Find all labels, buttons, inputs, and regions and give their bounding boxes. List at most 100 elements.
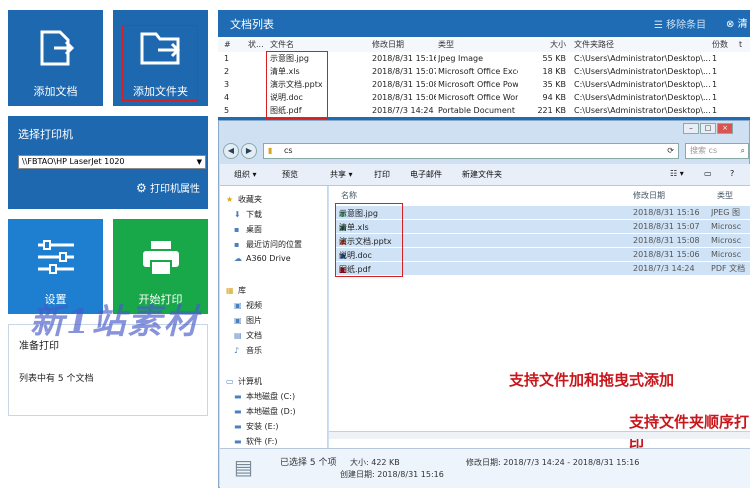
printer-properties-button[interactable]: ⚙ 打印机属性 xyxy=(136,180,200,195)
forward-button[interactable]: ▶ xyxy=(241,143,257,159)
row-date: 2018/8/31 15:16 xyxy=(372,54,436,63)
file-type: Microsc xyxy=(711,236,742,245)
nav-downloads[interactable]: ⬇ 下载 xyxy=(234,209,262,220)
add-document-icon xyxy=(40,30,75,66)
col-type[interactable]: 类型 xyxy=(438,39,518,51)
nav-pictures[interactable]: ▣ 图片 xyxy=(234,315,262,326)
address-path: cs xyxy=(284,146,293,155)
nav-library[interactable]: ▦ 库 xyxy=(226,285,246,296)
address-bar[interactable]: ▮ cs ⟳ xyxy=(263,143,679,159)
nav-label: 视频 xyxy=(246,301,262,310)
add-folder-highlight xyxy=(122,25,198,101)
close-button[interactable]: × xyxy=(717,123,733,134)
window-controls: – □ × xyxy=(683,123,743,136)
row-path: C:\Users\Administrator\Desktop\... xyxy=(574,93,711,102)
col-status[interactable]: 状... xyxy=(248,39,264,51)
organize-button[interactable]: 组织 ▾ xyxy=(234,169,257,180)
row-copies: 1 xyxy=(712,93,718,102)
preview-button[interactable]: 预览 xyxy=(282,169,298,180)
nav-favorites[interactable]: ★ 收藏夹 xyxy=(226,194,262,205)
add-document-tile[interactable]: 添加文档 xyxy=(8,10,103,106)
col-extra[interactable]: t xyxy=(739,39,742,51)
row-type: Microsoft Office Excel... xyxy=(438,67,518,76)
drive-icon: ▬ xyxy=(234,422,242,431)
col-name[interactable]: 名称 xyxy=(341,190,357,201)
star-icon: ★ xyxy=(226,195,234,204)
col-filename[interactable]: 文件名 xyxy=(270,39,362,51)
preview-pane-icon[interactable]: ▭ xyxy=(704,169,712,178)
col-index[interactable]: # xyxy=(224,39,238,51)
col-path[interactable]: 文件夹路径 xyxy=(574,39,722,51)
row-copies: 1 xyxy=(712,67,718,76)
nav-drive-d[interactable]: ▬ 本地磁盘 (D:) xyxy=(234,406,296,417)
row-type: Microsoft Office Pow... xyxy=(438,80,518,89)
row-index: 1 xyxy=(224,54,230,63)
file-type: PDF 文档 xyxy=(711,264,746,273)
nav-a360[interactable]: ☁ A360 Drive xyxy=(234,254,291,263)
add-document-label: 添加文档 xyxy=(33,85,78,98)
nav-music[interactable]: ♪ 音乐 xyxy=(234,345,262,356)
row-size: 18 KB xyxy=(542,67,566,76)
row-date: 2018/8/31 15:06 xyxy=(372,93,436,102)
horizontal-scrollbar[interactable] xyxy=(329,431,750,439)
files-highlight xyxy=(335,203,403,277)
nav-videos[interactable]: ▣ 视频 xyxy=(234,300,262,311)
minimize-button[interactable]: – xyxy=(683,123,699,134)
computer-icon: ▭ xyxy=(226,377,234,386)
printer-panel: 选择打印机 \\FBTAO\HP LaserJet 1020 ▼ ⚙ 打印机属性 xyxy=(8,116,208,209)
new-folder-button[interactable]: 新建文件夹 xyxy=(462,169,502,180)
folder-icon: ▮ xyxy=(268,146,273,155)
drive-icon: ▬ xyxy=(234,407,242,416)
col-filetype[interactable]: 类型 xyxy=(717,190,733,201)
view-options-icon[interactable]: ☷ ▾ xyxy=(670,169,684,178)
nav-drive-c[interactable]: ▬ 本地磁盘 (C:) xyxy=(234,391,295,402)
nav-label: 下载 xyxy=(246,210,262,219)
nav-label: 图片 xyxy=(246,316,262,325)
document-list-title: 文档列表 xyxy=(230,18,274,31)
table-header: # 状... 文件名 修改日期 类型 大小 文件夹路径 份数 t xyxy=(218,39,750,52)
nav-label: 本地磁盘 (D:) xyxy=(246,407,296,416)
file-type: JPEG 图 xyxy=(711,208,740,217)
share-button[interactable]: 共享 ▾ xyxy=(330,169,353,180)
email-button[interactable]: 电子邮件 xyxy=(410,169,442,180)
file-date: 2018/7/3 14:24 xyxy=(633,264,695,273)
nav-computer[interactable]: ▭ 计算机 xyxy=(226,376,262,387)
feature-note-drag: 支持文件加和拖曳式添加 xyxy=(509,371,675,389)
row-path: C:\Users\Administrator\Desktop\... xyxy=(574,106,711,115)
details-size: 大小: 422 KB xyxy=(350,458,400,467)
maximize-button[interactable]: □ xyxy=(700,123,716,134)
nav-recent[interactable]: ▪ 最近访问的位置 xyxy=(234,239,302,250)
drive-icon: ▬ xyxy=(234,437,242,446)
details-created: 创建日期: 2018/8/31 15:16 xyxy=(340,470,444,479)
col-copies[interactable]: 份数 xyxy=(712,39,732,51)
search-icon: ⌕ xyxy=(740,146,745,155)
nav-documents[interactable]: ▤ 文档 xyxy=(234,330,262,341)
print-button[interactable]: 打印 xyxy=(374,169,390,180)
remove-item-button[interactable]: ☰ 移除条目 xyxy=(654,16,706,31)
file-explorer-window: – □ × ◀ ▶ ▮ cs ⟳ 搜索 cs ⌕ 组织 ▾ 预览 共享 ▾ 打印 电… xyxy=(218,120,750,488)
col-modified[interactable]: 修改日期 xyxy=(633,190,665,201)
nav-drive-f[interactable]: ▬ 软件 (F:) xyxy=(234,436,277,446)
search-placeholder: 搜索 cs xyxy=(690,146,718,155)
col-size[interactable]: 大小 xyxy=(520,39,566,51)
refresh-icon[interactable]: ⟳ xyxy=(667,144,674,158)
printer-select[interactable]: \\FBTAO\HP LaserJet 1020 ▼ xyxy=(18,155,206,169)
search-input[interactable]: 搜索 cs ⌕ xyxy=(685,143,749,159)
back-button[interactable]: ◀ xyxy=(223,143,239,159)
address-row: ◀ ▶ ▮ cs ⟳ 搜索 cs ⌕ xyxy=(223,142,749,160)
clear-button[interactable]: ⊗ 清 xyxy=(726,15,748,30)
nav-favorites-label: 收藏夹 xyxy=(238,195,262,204)
nav-desktop[interactable]: ▪ 桌面 xyxy=(234,224,262,235)
nav-label: A360 Drive xyxy=(246,254,291,263)
help-icon[interactable]: ? xyxy=(730,169,734,178)
nav-drive-e[interactable]: ▬ 安装 (E:) xyxy=(234,421,279,432)
sliders-icon xyxy=(38,240,74,274)
col-date[interactable]: 修改日期 xyxy=(372,39,436,51)
row-size: 221 KB xyxy=(537,106,566,115)
recent-icon: ▪ xyxy=(234,240,240,249)
row-size: 35 KB xyxy=(542,80,566,89)
gear-icon: ⚙ xyxy=(136,181,147,195)
navigation-pane: ★ 收藏夹 ⬇ 下载 ▪ 桌面 ▪ 最近访问的位置 ☁ A360 Drive ▦ 库 ▣ 视频… xyxy=(220,186,328,448)
music-icon: ♪ xyxy=(234,346,240,355)
row-path: C:\Users\Administrator\Desktop\... xyxy=(574,80,711,89)
